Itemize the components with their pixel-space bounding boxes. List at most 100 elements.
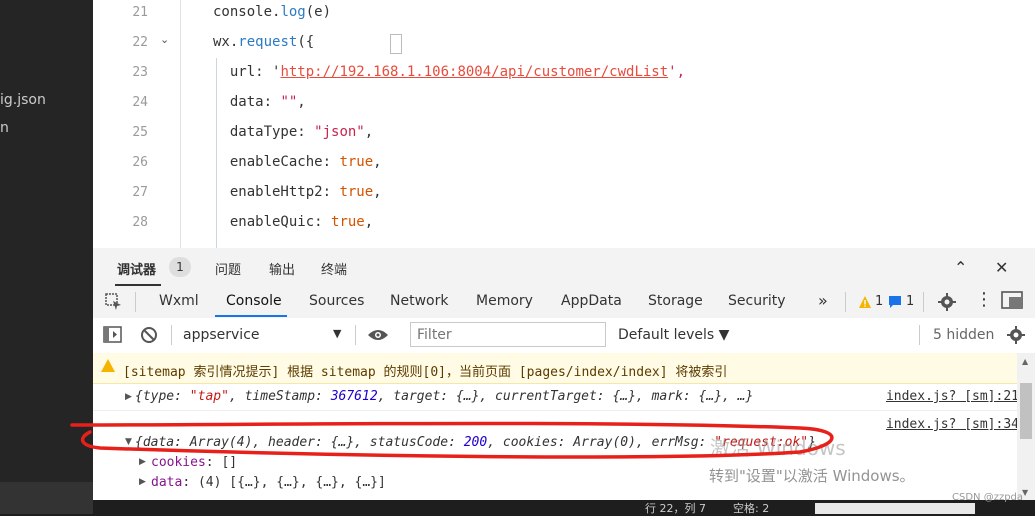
kebab-menu-icon[interactable]: ⋮	[975, 289, 993, 310]
warning-triangle-icon	[101, 359, 115, 372]
code-line[interactable]: console.log(e)	[213, 4, 331, 20]
code-token: true	[331, 214, 365, 230]
collapse-triangle-icon[interactable]: ▼	[125, 437, 132, 447]
console-log-row[interactable]: index.js? [sm]:34 ▼ {data: Array(4), hea…	[93, 411, 1017, 500]
expand-triangle-icon[interactable]: ▶	[125, 392, 132, 402]
tab-problems[interactable]: 问题	[215, 259, 241, 278]
devtools-toolbar: Wxml Console Sources Network Memory AppD…	[93, 286, 1035, 319]
code-token: true	[339, 154, 374, 170]
gear-icon[interactable]	[937, 292, 957, 312]
code-line[interactable]: wx.request({	[213, 34, 314, 50]
eye-icon[interactable]	[367, 328, 389, 342]
warning-count[interactable]: 1	[875, 294, 883, 309]
console-warning-row[interactable]: [sitemap 索引情况提示] 根据 sitemap 的规则[0]，当前页面 …	[93, 353, 1017, 384]
explorer-item[interactable]: n	[0, 120, 9, 136]
property-key: data	[151, 475, 183, 490]
sidebar-toggle-icon[interactable]	[103, 326, 123, 344]
tab-security[interactable]: Security	[728, 293, 786, 309]
tab-debugger[interactable]: 调试器	[117, 259, 156, 278]
code-token: request	[238, 34, 298, 50]
code-token: http://192.168.1.106:8004/api/customer/c…	[280, 64, 669, 80]
value-token: {data: Array(4), header: {…}, statusCode…	[135, 435, 464, 450]
scroll-up-icon[interactable]: ▲	[1022, 357, 1028, 366]
warning-icon[interactable]	[858, 295, 872, 309]
code-line[interactable]: enableHttp2: true,	[213, 184, 382, 200]
tab-appdata[interactable]: AppData	[561, 293, 622, 309]
log-levels-dropdown[interactable]: Default levels ▼	[618, 327, 729, 343]
console-filter-bar: appservice ▼ Default levels ▼ 5 hidden	[93, 318, 1035, 354]
caret-down-icon[interactable]: ▼	[333, 327, 341, 340]
filter-input[interactable]	[415, 323, 599, 346]
scroll-thumb[interactable]	[1020, 383, 1032, 439]
line-number: 23	[132, 65, 148, 80]
clear-console-icon[interactable]	[140, 326, 158, 344]
code-line[interactable]: url: 'http://192.168.1.106:8004/api/cust…	[213, 64, 685, 80]
property-key: cookies	[151, 455, 206, 470]
panel-tabbar: 调试器 1 问题 输出 终端 ⌃ ✕	[93, 248, 1035, 287]
code-token: ,	[373, 184, 382, 200]
line-number: 25	[132, 125, 148, 140]
line-number: 26	[132, 155, 148, 170]
code-token: log	[280, 4, 306, 20]
property-value: : (4) [{…}, {…}, {…}, {…}]	[182, 475, 386, 490]
active-devtab-indicator	[215, 315, 287, 317]
hidden-count: 5 hidden	[933, 327, 995, 343]
console-settings-gear-icon[interactable]	[1006, 325, 1026, 345]
more-tabs-button[interactable]: »	[818, 291, 828, 310]
tab-console[interactable]: Console	[226, 293, 282, 309]
data-property[interactable]: data: (4) [{…}, {…}, {…}, {…}]	[151, 475, 386, 490]
message-icon[interactable]	[888, 295, 902, 309]
gutter-divider	[180, 0, 181, 248]
code-token: ,	[364, 214, 374, 230]
chevron-up-icon[interactable]: ⌃	[954, 258, 967, 277]
log-object-summary: {type: "tap", timeStamp: 367612, target:…	[135, 389, 753, 404]
code-token: dataType:	[213, 124, 315, 140]
activation-watermark-title: 激活 Windows	[710, 436, 846, 460]
message-count[interactable]: 1	[906, 294, 914, 309]
line-number: 27	[132, 185, 148, 200]
fold-chevron-icon[interactable]: ⌄	[160, 33, 169, 46]
cookies-property[interactable]: cookies: []	[151, 455, 237, 470]
expand-triangle-icon[interactable]: ▶	[139, 457, 146, 467]
warning-message: [sitemap 索引情况提示] 根据 sitemap 的规则[0]，当前页面 …	[123, 365, 728, 380]
code-token: enableHttp2:	[213, 184, 340, 200]
code-line[interactable]: data: "",	[213, 94, 306, 110]
tab-sources[interactable]: Sources	[309, 293, 364, 309]
code-token: url: '	[213, 64, 281, 80]
code-token: console.	[213, 4, 281, 20]
tab-storage[interactable]: Storage	[648, 293, 703, 309]
code-token: ({	[297, 34, 315, 50]
console-scrollbar[interactable]: ▲ ▼	[1017, 353, 1035, 500]
code-editor[interactable]: 21 22 23 24 25 26 27 28 ⌄ console.log(e) wx.requ…	[93, 0, 1035, 248]
explorer-footer	[0, 482, 93, 514]
toolbar-divider	[845, 292, 846, 312]
tab-network[interactable]: Network	[390, 293, 448, 309]
status-bar: 行 22，列 7 空格: 2	[93, 500, 1035, 515]
dock-icon[interactable]	[1001, 291, 1025, 313]
inspect-element-icon[interactable]	[105, 293, 123, 311]
code-token: wx.	[213, 34, 239, 50]
close-icon[interactable]: ✕	[995, 258, 1008, 277]
context-select[interactable]: appservice	[183, 327, 260, 343]
line-number: 22	[132, 35, 148, 50]
filter-input-box	[410, 322, 606, 347]
explorer-item[interactable]: ig.json	[0, 92, 46, 108]
code-line[interactable]: enableCache: true,	[213, 154, 382, 170]
bracket-match-highlight	[390, 34, 402, 54]
source-link[interactable]: index.js? [sm]:34	[886, 417, 1017, 432]
code-line[interactable]: dataType: "json",	[213, 124, 373, 140]
source-link[interactable]: index.js? [sm]:21	[886, 389, 1017, 404]
tab-wxml[interactable]: Wxml	[159, 293, 199, 309]
line-number: 24	[132, 95, 148, 110]
devtools-panel: 调试器 1 问题 输出 终端 ⌃ ✕ Wxml Console Sources …	[93, 248, 1035, 500]
tab-terminal[interactable]: 终端	[321, 259, 347, 278]
tab-memory[interactable]: Memory	[476, 293, 533, 309]
code-line[interactable]: enableQuic: true,	[213, 214, 373, 230]
property-value: : []	[205, 455, 238, 470]
console-log-row[interactable]: ▶ {type: "tap", timeStamp: 367612, targe…	[93, 384, 1017, 411]
expand-triangle-icon[interactable]: ▶	[139, 477, 146, 487]
tab-output[interactable]: 输出	[269, 259, 295, 278]
status-redaction	[815, 503, 975, 514]
code-token: ""	[280, 94, 298, 110]
toolbar-divider	[171, 325, 172, 345]
